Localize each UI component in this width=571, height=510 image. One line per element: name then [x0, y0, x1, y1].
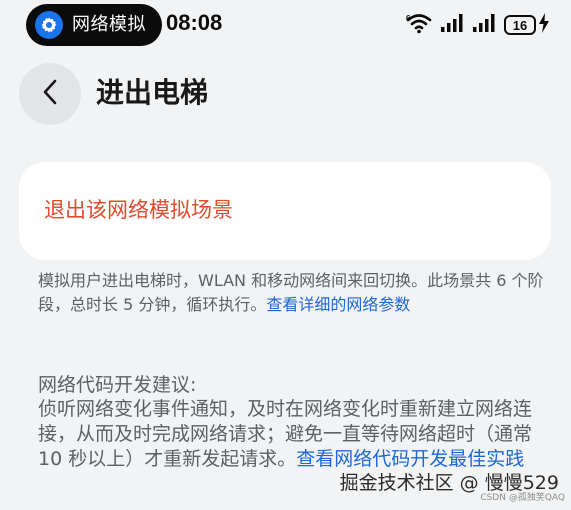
clock: 08:08: [166, 10, 223, 35]
status-bar: 网络模拟 08:08 6 16: [0, 0, 571, 48]
chevron-left-icon: [40, 78, 60, 110]
svg-text:6: 6: [406, 14, 411, 23]
advice-title: 网络代码开发建议:: [38, 374, 197, 396]
status-icons: 6 16: [398, 12, 549, 38]
watermark-sub: CSDN @孤独笑QAQ: [480, 493, 565, 503]
network-params-link[interactable]: 查看详细的网络参数: [266, 295, 410, 314]
battery-icon: 16: [504, 15, 536, 35]
charging-bolt-icon: [539, 13, 549, 37]
battery-level: 16: [512, 17, 528, 33]
page-title: 进出电梯: [96, 76, 209, 109]
settings-icon: [35, 11, 63, 39]
scene-description: 模拟用户进出电梯时，WLAN 和移动网络间来回切换。此场景共 6 个阶段，总时长…: [38, 269, 546, 317]
pill-label: 网络模拟: [72, 14, 146, 35]
best-practice-link[interactable]: 查看网络代码开发最佳实践: [296, 448, 524, 470]
exit-scene-card[interactable]: 退出该网络模拟场景: [19, 162, 551, 260]
exit-scene-label: 退出该网络模拟场景: [44, 198, 233, 222]
cell-signal-icon: [440, 13, 464, 37]
cell-signal-icon: [472, 13, 496, 37]
network-simulation-pill[interactable]: 网络模拟: [26, 4, 162, 46]
wifi-6-icon: 6: [406, 12, 432, 38]
back-button[interactable]: [19, 63, 81, 125]
advice-body: 侦听网络变化事件通知，及时在网络变化时重新建立网络连接，从而及时完成网络请求；避…: [38, 397, 538, 472]
